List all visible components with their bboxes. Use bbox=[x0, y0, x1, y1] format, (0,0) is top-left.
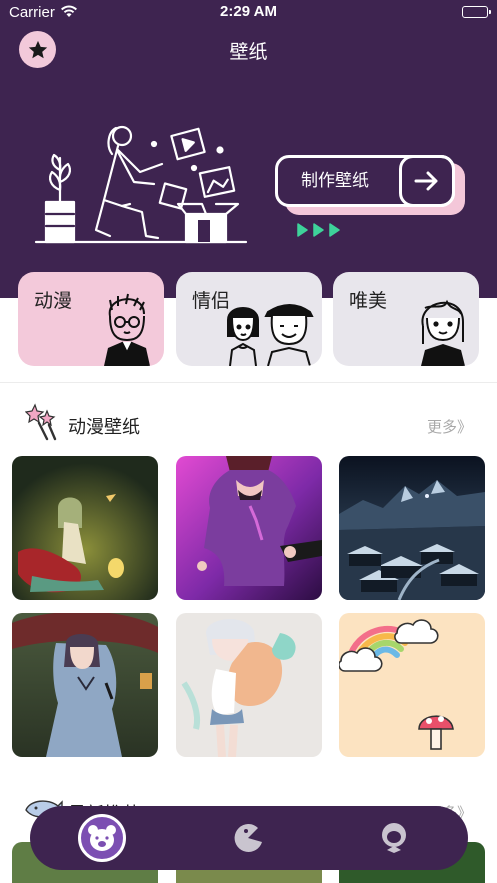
anime-section-header: 动漫壁纸 更多》 bbox=[0, 400, 497, 450]
hero-illustration bbox=[34, 125, 248, 244]
couple-avatar bbox=[227, 304, 314, 366]
battery-icon bbox=[462, 6, 491, 18]
play-indicator bbox=[296, 223, 340, 237]
girl-avatar bbox=[421, 299, 465, 366]
category-label: 唯美 bbox=[349, 290, 388, 312]
snowy-night-village-image bbox=[339, 456, 485, 600]
arrow-right-icon bbox=[399, 155, 455, 207]
anime-girl-lantern-image bbox=[12, 456, 158, 600]
status-bar: Carrier 2:29 AM bbox=[0, 0, 497, 26]
wallpaper-thumbnail[interactable] bbox=[176, 613, 322, 757]
anime-girl-umbrella-image bbox=[12, 613, 158, 757]
tab-home[interactable] bbox=[78, 814, 126, 862]
category-card-couple[interactable]: 情侣 bbox=[176, 272, 322, 366]
section-title: 动漫壁纸 bbox=[68, 417, 140, 438]
play-icon bbox=[313, 223, 324, 237]
wallpaper-thumbnail[interactable] bbox=[339, 456, 485, 600]
rainbow-mushroom-image bbox=[339, 613, 485, 757]
wallpaper-thumbnail[interactable] bbox=[339, 613, 485, 757]
wallpaper-thumbnail[interactable] bbox=[12, 456, 158, 600]
boy-glasses-avatar bbox=[104, 293, 150, 366]
wallpaper-thumbnail[interactable] bbox=[176, 456, 322, 600]
category-card-anime[interactable]: 动漫 bbox=[18, 272, 164, 366]
wallpaper-home-screen: Carrier 2:29 AM 壁纸 制作壁纸 动漫 情侣 唯美 动漫壁纸 更多… bbox=[0, 0, 497, 883]
pacman-icon bbox=[234, 823, 262, 852]
category-card-aesthetic[interactable]: 唯美 bbox=[333, 272, 479, 366]
page-title: 壁纸 bbox=[229, 41, 268, 63]
wallpaper-thumbnail[interactable] bbox=[12, 613, 158, 757]
bear-icon bbox=[88, 825, 116, 851]
play-icon bbox=[329, 223, 340, 237]
make-wallpaper-button[interactable]: 制作壁纸 bbox=[275, 155, 465, 215]
anime-girl-purple-dress-image bbox=[176, 456, 322, 600]
tab-profile[interactable] bbox=[370, 814, 418, 862]
tab-bar bbox=[30, 806, 468, 870]
magic-wand-icon bbox=[25, 403, 57, 441]
person-icon bbox=[382, 823, 406, 853]
more-link[interactable]: 更多》 bbox=[427, 416, 472, 437]
section-divider bbox=[0, 382, 497, 383]
make-wallpaper-label: 制作壁纸 bbox=[301, 171, 369, 191]
category-label: 动漫 bbox=[34, 290, 73, 312]
tab-games[interactable] bbox=[224, 814, 272, 862]
anime-girl-sleeping-image bbox=[176, 613, 322, 757]
header-banner: Carrier 2:29 AM 壁纸 制作壁纸 bbox=[0, 0, 497, 298]
play-icon bbox=[297, 223, 308, 237]
clock: 2:29 AM bbox=[220, 3, 277, 20]
